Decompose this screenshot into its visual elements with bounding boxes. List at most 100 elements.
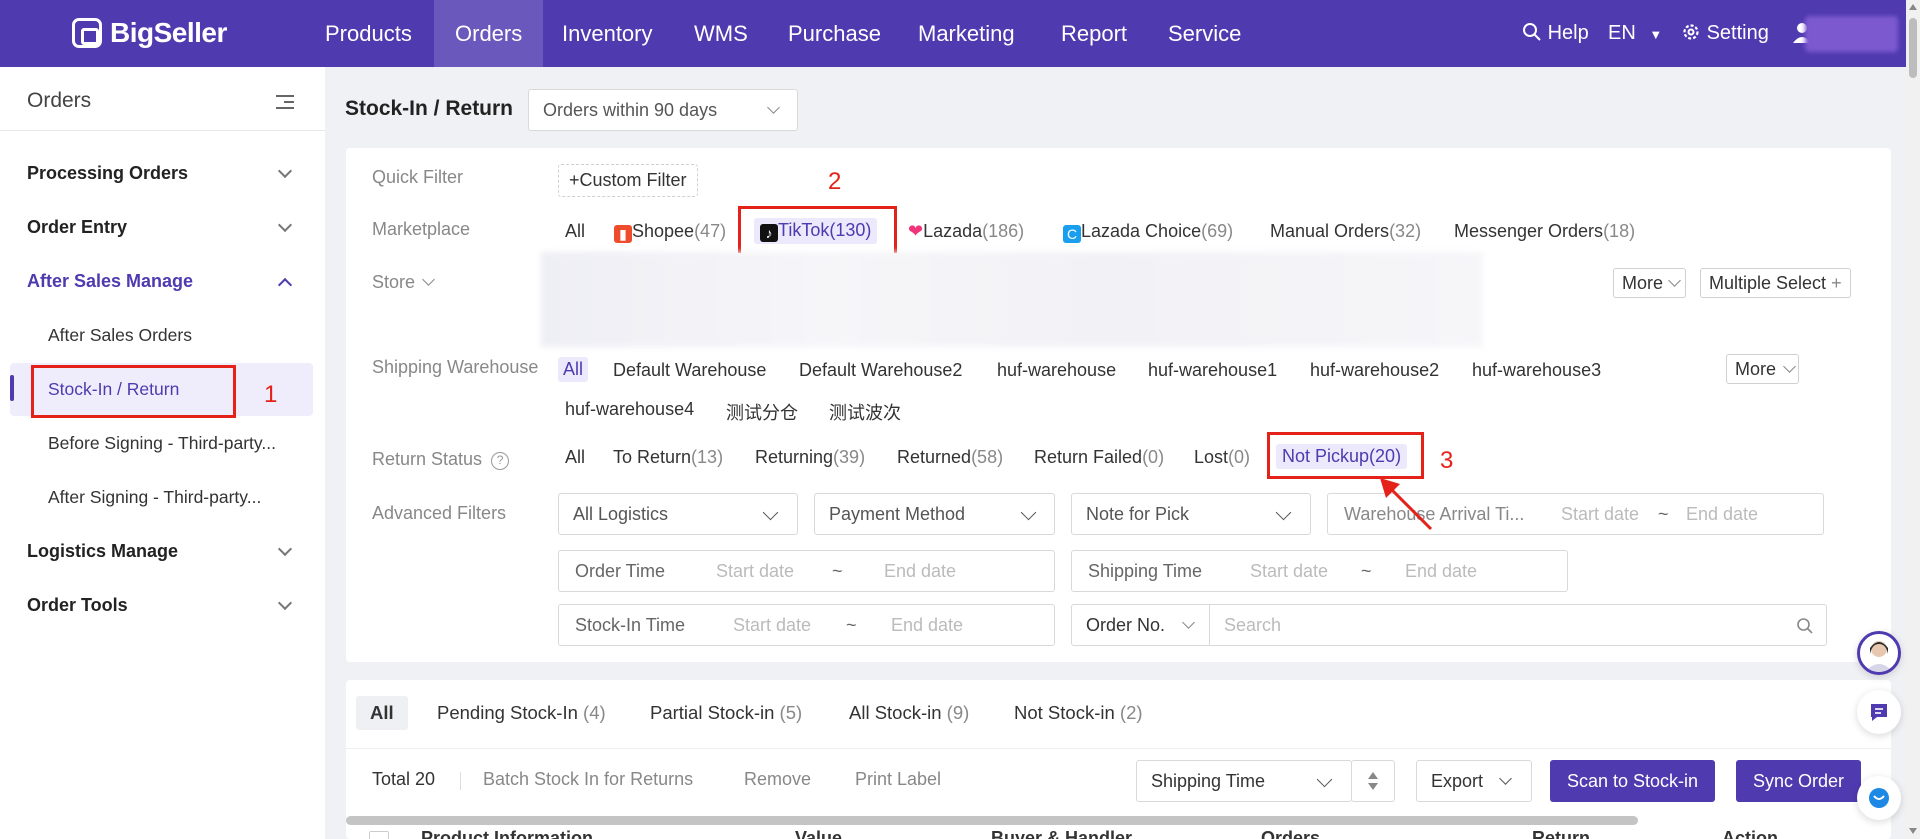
annotation-number-2: 2 — [828, 168, 842, 195]
warehouse-huf[interactable]: huf-warehouse — [997, 360, 1116, 381]
chat-button[interactable] — [1857, 776, 1901, 820]
store-label[interactable]: Store — [372, 272, 435, 293]
warehouse-test-wave[interactable]: 测试波次 — [829, 399, 901, 425]
divider — [460, 772, 461, 790]
sidebar-after-signing[interactable]: After Signing - Third-party... — [48, 487, 261, 508]
status-return-failed[interactable]: Return Failed(0) — [1034, 447, 1164, 468]
remove-button[interactable]: Remove — [744, 769, 811, 790]
warehouse-default2[interactable]: Default Warehouse2 — [799, 360, 962, 381]
warehouse-huf3[interactable]: huf-warehouse3 — [1472, 360, 1601, 381]
scrollbar-thumb[interactable] — [1909, 18, 1917, 78]
sidebar-after-sales-manage[interactable]: After Sales Manage — [27, 271, 193, 292]
end-date-input[interactable]: End date — [1686, 504, 1758, 525]
marketplace-all[interactable]: All — [565, 221, 585, 242]
select-all-checkbox[interactable] — [369, 831, 389, 839]
nav-inventory[interactable]: Inventory — [541, 0, 674, 67]
chat-icon — [1869, 788, 1889, 808]
feedback-button[interactable] — [1857, 690, 1901, 734]
warehouse-default[interactable]: Default Warehouse — [613, 360, 766, 381]
marketplace-lazada[interactable]: ❤Lazada(186) — [908, 221, 1024, 242]
start-date-input[interactable]: Start date — [716, 561, 794, 582]
tab-partial-stock-in[interactable]: Partial Stock-in (5) — [650, 702, 802, 724]
end-date-input[interactable]: End date — [884, 561, 956, 582]
scroll-down-icon[interactable] — [1909, 828, 1917, 834]
end-date-input[interactable]: End date — [891, 615, 963, 636]
end-date-input[interactable]: End date — [1405, 561, 1477, 582]
column-value: Value — [795, 828, 843, 839]
scan-to-stock-in-button[interactable]: Scan to Stock-in — [1550, 760, 1716, 802]
collapse-sidebar-icon[interactable] — [272, 93, 294, 111]
help-circle-icon[interactable]: ? — [491, 452, 510, 470]
setting-link[interactable]: Setting — [1681, 0, 1769, 67]
page-scrollbar[interactable] — [1906, 0, 1920, 839]
nav-marketing[interactable]: Marketing — [897, 0, 1036, 67]
language-select[interactable]: EN ▼ — [1608, 0, 1662, 67]
status-all[interactable]: All — [565, 447, 585, 468]
export-button[interactable]: Export — [1416, 760, 1532, 802]
status-to-return[interactable]: To Return(13) — [613, 447, 723, 468]
warehouse-huf2[interactable]: huf-warehouse2 — [1310, 360, 1439, 381]
search-input[interactable]: Search — [1209, 604, 1827, 646]
warehouse-huf1[interactable]: huf-warehouse1 — [1148, 360, 1277, 381]
note-for-pick-select[interactable]: Note for Pick — [1071, 493, 1311, 535]
batch-stock-in-button[interactable]: Batch Stock In for Returns — [483, 769, 693, 790]
status-returning[interactable]: Returning(39) — [755, 447, 865, 468]
nav-products[interactable]: Products — [304, 0, 433, 67]
start-date-input[interactable]: Start date — [1250, 561, 1328, 582]
marketplace-label: Marketplace — [372, 219, 471, 239]
sidebar-order-tools[interactable]: Order Tools — [27, 595, 128, 616]
sidebar-before-signing[interactable]: Before Signing - Third-party... — [48, 433, 276, 454]
marketplace-messenger-orders[interactable]: Messenger Orders(18) — [1454, 221, 1635, 242]
nav-report[interactable]: Report — [1040, 0, 1148, 67]
start-date-input[interactable]: Start date — [1561, 504, 1639, 525]
status-lost[interactable]: Lost(0) — [1194, 447, 1250, 468]
store-more-button[interactable]: More — [1613, 268, 1687, 298]
custom-filter-button[interactable]: +Custom Filter — [558, 164, 698, 197]
period-select[interactable]: Orders within 90 days — [528, 89, 798, 131]
sort-field-select[interactable]: Shipping Time — [1136, 760, 1352, 802]
user-name-redacted[interactable] — [1805, 16, 1898, 52]
sidebar-after-sales-orders[interactable]: After Sales Orders — [48, 325, 192, 346]
nav-service[interactable]: Service — [1147, 0, 1262, 67]
nav-wms[interactable]: WMS — [673, 0, 769, 67]
sidebar-active-indicator — [10, 375, 14, 401]
sidebar-processing-orders[interactable]: Processing Orders — [27, 163, 188, 184]
nav-purchase[interactable]: Purchase — [767, 0, 902, 67]
marketplace-lazada-choice[interactable]: C Lazada Choice(69) — [1063, 221, 1233, 243]
warehouse-test-split[interactable]: 测试分仓 — [726, 399, 798, 425]
scroll-up-icon[interactable] — [1909, 4, 1917, 10]
payment-method-select[interactable]: Payment Method — [814, 493, 1055, 535]
print-label-button[interactable]: Print Label — [855, 769, 941, 790]
help-link[interactable]: Help — [1522, 0, 1589, 67]
sort-order-toggle[interactable] — [1351, 760, 1395, 802]
order-time-range[interactable]: Order Time Start date ~ End date — [558, 550, 1055, 592]
warehouse-huf4[interactable]: huf-warehouse4 — [565, 399, 694, 420]
search-icon[interactable] — [1796, 617, 1814, 635]
shipping-time-range[interactable]: Shipping Time Start date ~ End date — [1071, 550, 1568, 592]
multiple-select-button[interactable]: Multiple Select + — [1700, 268, 1851, 298]
sync-order-button[interactable]: Sync Order — [1736, 760, 1862, 802]
bigseller-logo[interactable]: BigSeller — [72, 17, 227, 49]
annotation-arrow — [1380, 478, 1433, 531]
chevron-down-icon — [767, 101, 780, 114]
sidebar-order-entry[interactable]: Order Entry — [27, 217, 127, 238]
annotation-box-2 — [738, 206, 897, 253]
tab-all-stock-in[interactable]: All Stock-in (9) — [849, 702, 969, 724]
warehouse-more-button[interactable]: More — [1726, 354, 1800, 384]
marketplace-manual-orders[interactable]: Manual Orders(32) — [1270, 221, 1421, 242]
warehouse-all[interactable]: All — [558, 357, 589, 382]
nav-orders[interactable]: Orders — [434, 0, 544, 67]
marketplace-shopee[interactable]: ▮ Shopee(47) — [614, 221, 726, 243]
horizontal-scrollbar[interactable] — [346, 816, 1638, 825]
sidebar-logistics-manage[interactable]: Logistics Manage — [27, 541, 178, 562]
status-returned[interactable]: Returned(58) — [897, 447, 1003, 468]
column-product-information: Product Information — [421, 828, 593, 839]
tab-pending-stock-in[interactable]: Pending Stock-In (4) — [437, 702, 606, 724]
stock-in-time-range[interactable]: Stock-In Time Start date ~ End date — [558, 604, 1055, 646]
tab-all[interactable]: All — [356, 696, 408, 730]
support-avatar[interactable] — [1857, 631, 1901, 675]
start-date-input[interactable]: Start date — [733, 615, 811, 636]
tab-not-stock-in[interactable]: Not Stock-in (2) — [1014, 702, 1143, 724]
order-no-select[interactable]: Order No. — [1071, 604, 1210, 646]
logistics-select[interactable]: All Logistics — [558, 493, 798, 535]
